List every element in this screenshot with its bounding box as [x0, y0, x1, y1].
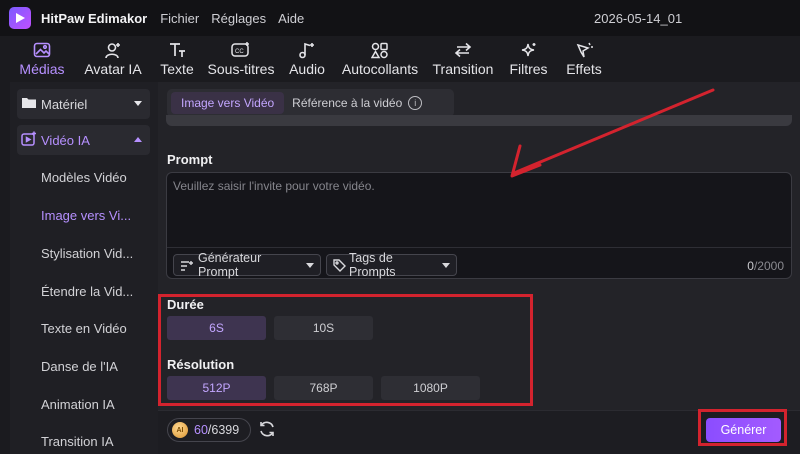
duration-option-6s[interactable]: 6S	[167, 316, 266, 340]
char-count-current: 0	[747, 259, 754, 273]
tab-reference-video[interactable]: Référence à la vidéo	[284, 92, 404, 114]
tool-sous-titres[interactable]: CC Sous-titres	[202, 36, 280, 82]
tool-label: Transition	[432, 61, 494, 77]
menu-aide[interactable]: Aide	[278, 11, 304, 26]
info-icon[interactable]: i	[408, 96, 423, 110]
chevron-down-icon	[442, 262, 450, 268]
sidebar-section-materiel[interactable]: Matériel	[17, 89, 150, 119]
duration-label: Durée	[167, 297, 204, 312]
title-bar: HitPaw Edimakor Fichier Réglages Aide 20…	[0, 0, 800, 36]
sidebar-item-texte-en-video[interactable]: Texte en Vidéo	[41, 321, 127, 336]
resolution-option-768p[interactable]: 768P	[274, 376, 373, 400]
tool-label: Avatar IA	[84, 61, 142, 77]
sidebar: Matériel Vidéo IA Modèles Vidéo Image ve…	[10, 82, 158, 454]
avatar-icon	[104, 41, 122, 59]
resolution-option-1080p[interactable]: 1080P	[381, 376, 480, 400]
media-icon	[33, 41, 51, 59]
prompt-generator-label: Générateur Prompt	[198, 251, 262, 279]
prompt-tags-button[interactable]: Tags de Prompts	[326, 251, 457, 279]
prompt-tags-label: Tags de Prompts	[349, 251, 396, 279]
tool-label: Filtres	[509, 61, 548, 77]
project-name: 2026-05-14_01	[594, 11, 683, 26]
credits-total: /6399	[207, 423, 240, 437]
chevron-down-icon	[306, 262, 314, 268]
magic-wand-icon	[180, 259, 194, 271]
ai-video-icon	[21, 131, 37, 149]
sidebar-item-image-vers-video[interactable]: Image vers Vi...	[41, 208, 131, 223]
sidebar-item-etendre-video[interactable]: Étendre la Vid...	[41, 284, 133, 299]
prompt-box: Générateur Prompt Tags de Prompts 0/2000	[166, 172, 792, 279]
credits-badge: AI 60/6399	[167, 418, 251, 442]
sidebar-item-modeles-video[interactable]: Modèles Vidéo	[41, 170, 127, 185]
audio-icon	[298, 41, 316, 59]
credits-used: 60	[194, 423, 208, 437]
text-icon	[168, 41, 186, 59]
transition-icon	[453, 41, 473, 59]
char-count-max: /2000	[753, 259, 784, 273]
tool-label: Effets	[566, 61, 602, 77]
app-name: HitPaw Edimakor	[41, 10, 148, 26]
tab-image-vers-video[interactable]: Image vers Vidéo	[171, 92, 285, 114]
coin-icon: AI	[172, 422, 188, 438]
upload-area-edge	[166, 115, 792, 126]
char-count: 0/2000	[747, 259, 784, 273]
main-panel: Image vers Vidéo Référence à la vidéo i …	[158, 82, 800, 454]
divider	[167, 247, 791, 248]
stickers-icon	[371, 41, 389, 59]
mode-tabs: Image vers Vidéo Référence à la vidéo i	[167, 89, 454, 117]
sidebar-section-label: Vidéo IA	[41, 132, 90, 148]
resolution-label: Résolution	[167, 357, 235, 372]
tool-medias[interactable]: Médias	[10, 36, 74, 82]
tag-icon	[333, 258, 346, 272]
tool-filtres[interactable]: Filtres	[500, 36, 557, 82]
tool-transition[interactable]: Transition	[426, 36, 500, 82]
prompt-label: Prompt	[167, 152, 213, 167]
tool-label: Texte	[160, 61, 194, 77]
generate-button[interactable]: Générer	[706, 418, 781, 442]
chevron-up-icon	[134, 137, 142, 142]
tool-audio[interactable]: Audio	[280, 36, 334, 82]
sidebar-item-animation-ia[interactable]: Animation IA	[41, 397, 115, 412]
tool-effets[interactable]: Effets	[557, 36, 611, 82]
chevron-down-icon	[134, 101, 142, 106]
menu-fichier[interactable]: Fichier	[160, 11, 199, 26]
folder-icon	[21, 96, 37, 112]
tool-autocollants[interactable]: Autocollants	[334, 36, 426, 82]
subtitles-icon: CC	[231, 41, 251, 59]
filters-icon	[520, 41, 538, 59]
prompt-generator-button[interactable]: Générateur Prompt	[173, 251, 321, 279]
sidebar-item-transition-ia[interactable]: Transition IA	[41, 434, 114, 449]
sidebar-section-label: Matériel	[41, 96, 88, 112]
svg-text:CC: CC	[235, 49, 244, 55]
tool-label: Autocollants	[341, 61, 419, 77]
prompt-input[interactable]	[173, 179, 783, 239]
refresh-icon[interactable]	[258, 420, 276, 441]
menu-reglages[interactable]: Réglages	[211, 11, 266, 26]
tool-label: Médias	[19, 61, 65, 77]
effects-icon	[575, 41, 593, 59]
app-logo-icon	[9, 7, 31, 29]
tool-avatar-ia[interactable]: Avatar IA	[74, 36, 152, 82]
duration-option-10s[interactable]: 10S	[274, 316, 373, 340]
sidebar-item-danse-ia[interactable]: Danse de l'IA	[41, 359, 118, 374]
tool-label: Audio	[289, 61, 325, 77]
resolution-option-512p[interactable]: 512P	[167, 376, 266, 400]
main-toolbar: Médias Avatar IA Texte CC Sous-titres Au…	[10, 36, 800, 82]
sidebar-item-stylisation-video[interactable]: Stylisation Vid...	[41, 246, 133, 261]
sidebar-section-video-ia[interactable]: Vidéo IA	[17, 125, 150, 155]
tool-label: Sous-titres	[207, 61, 275, 77]
bottom-bar: AI 60/6399 Générer	[158, 410, 800, 454]
tool-texte[interactable]: Texte	[152, 36, 202, 82]
